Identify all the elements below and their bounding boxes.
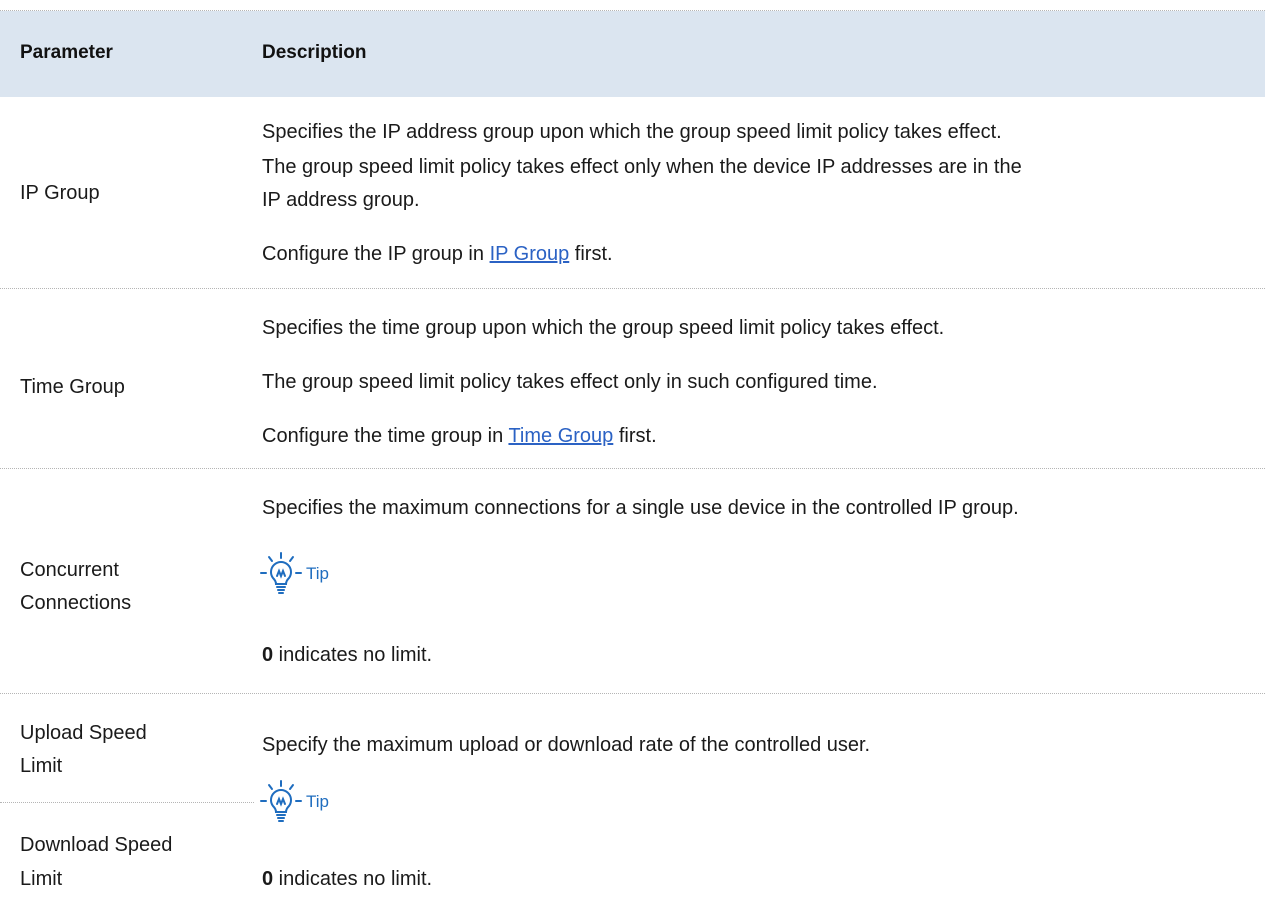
row-divider <box>0 693 1265 694</box>
desc-ip-group-line1: Specifies the IP address group upon whic… <box>262 121 1002 143</box>
lightbulb-icon <box>260 552 302 594</box>
note-text: indicates no limit. <box>273 644 433 666</box>
tip-label: Tip <box>306 792 329 811</box>
param-concurrent-line2: Connections <box>20 592 132 614</box>
row-divider <box>0 468 1265 469</box>
desc-concurrent-note: 0 indicates no limit. <box>262 640 432 670</box>
param-upload-line1: Upload Speed <box>20 722 147 744</box>
lightbulb-icon <box>260 780 302 822</box>
config-prefix: Configure the time group in <box>262 425 509 447</box>
param-divider <box>0 802 254 803</box>
desc-time-group-line1: Specifies the time group upon which the … <box>262 317 945 339</box>
desc-ip-group-line2: The group speed limit policy takes effec… <box>262 156 1022 178</box>
time-group-link[interactable]: Time Group <box>508 425 613 447</box>
tip-callout: Tip <box>258 780 329 824</box>
param-download-line1: Download Speed <box>20 834 173 856</box>
tip-callout: Tip <box>258 552 329 596</box>
column-header-description: Description <box>262 42 367 63</box>
table-header-row <box>0 11 1265 97</box>
row-divider <box>0 288 1265 289</box>
note-text: indicates no limit. <box>273 868 433 890</box>
tip-label: Tip <box>306 564 329 583</box>
param-download-line2: Limit <box>20 868 63 890</box>
param-concurrent-line1: Concurrent <box>20 559 119 581</box>
desc-ip-group-config: Configure the IP group in IP Group first… <box>262 239 613 269</box>
desc-time-group-config: Configure the time group in Time Group f… <box>262 421 657 451</box>
note-value: 0 <box>262 868 274 890</box>
param-ip-group: IP Group <box>20 182 100 204</box>
config-suffix: first. <box>613 425 657 447</box>
desc-time-group-line2: The group speed limit policy takes effec… <box>262 371 878 393</box>
desc-ip-group-line3: IP address group. <box>262 189 420 211</box>
column-header-parameter: Parameter <box>20 42 113 63</box>
config-suffix: first. <box>569 243 613 265</box>
desc-speed-note: 0 indicates no limit. <box>262 864 432 894</box>
ip-group-link[interactable]: IP Group <box>490 243 570 265</box>
desc-speed-line1: Specify the maximum upload or download r… <box>262 734 871 756</box>
param-time-group: Time Group <box>20 376 125 398</box>
config-prefix: Configure the IP group in <box>262 243 490 265</box>
note-value: 0 <box>262 644 274 666</box>
param-upload-line2: Limit <box>20 755 63 777</box>
desc-concurrent-line1: Specifies the maximum connections for a … <box>262 497 1019 519</box>
